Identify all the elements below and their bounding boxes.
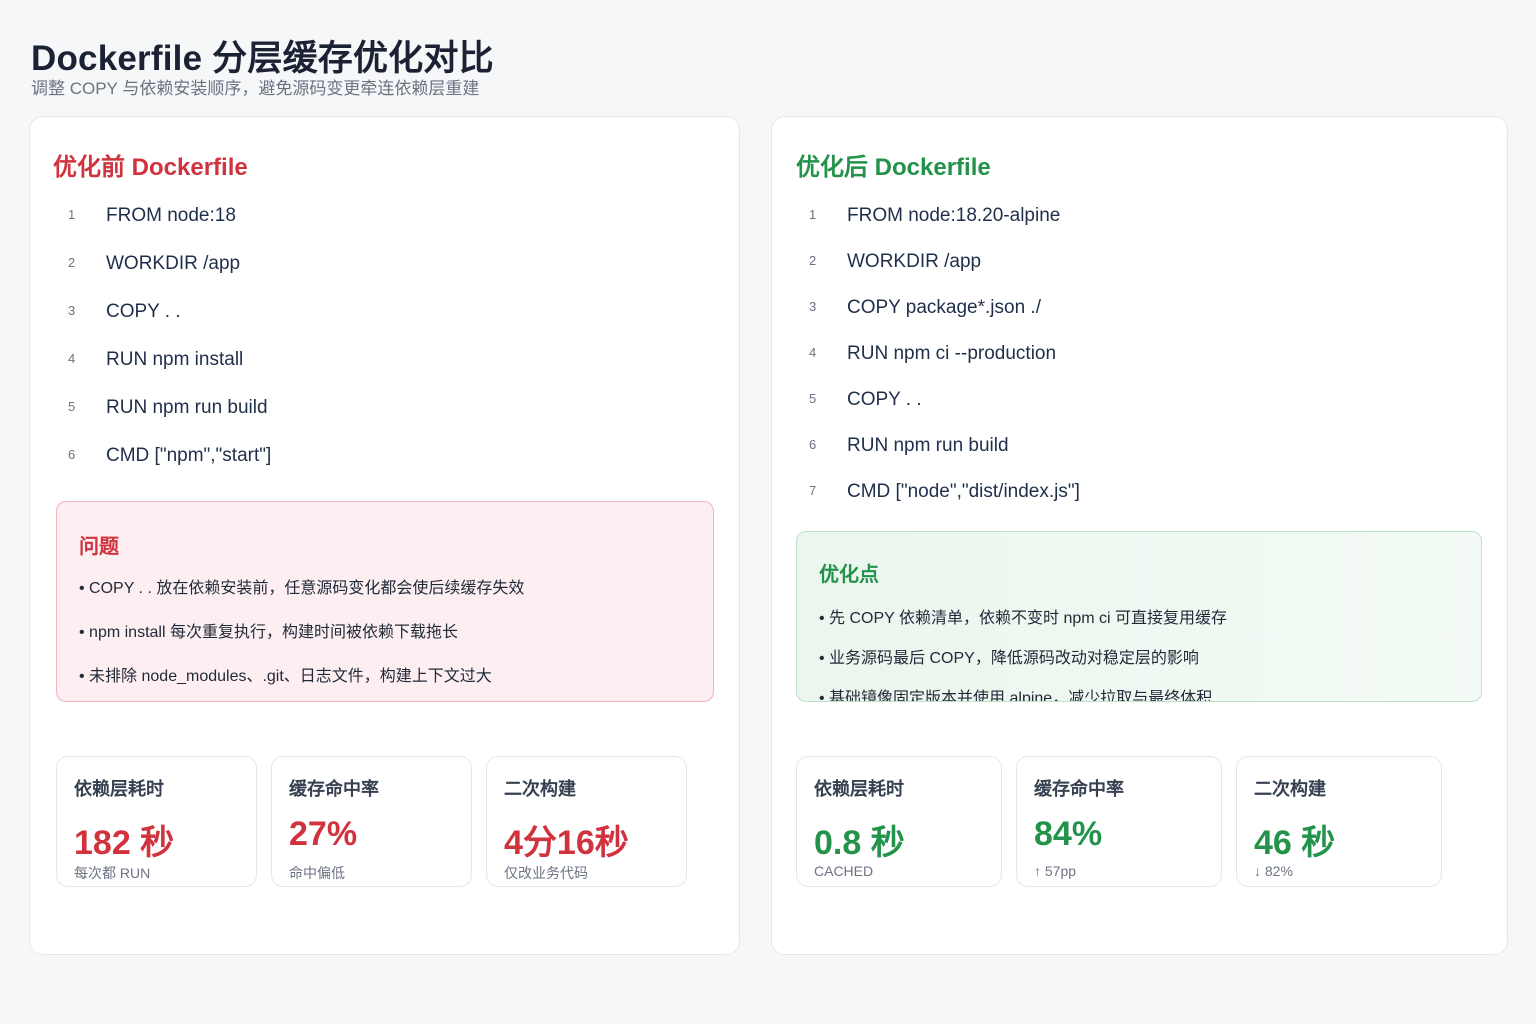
code-text: RUN npm run build [106, 397, 268, 418]
line-number: 6 [809, 437, 817, 452]
problem-box: 问题 • COPY . . 放在依赖安装前，任意源码变化都会使后续缓存失效 • … [56, 501, 714, 702]
stat-note: 命中偏低 [289, 865, 345, 881]
stat-label: 缓存命中率 [289, 779, 379, 799]
before-heading: 优化前 Dockerfile [53, 154, 248, 181]
stat-note: 仅改业务代码 [504, 865, 588, 881]
stat-label: 依赖层耗时 [74, 779, 164, 799]
optimization-item: • 先 COPY 依赖清单，依赖不变时 npm ci 可直接复用缓存 [819, 610, 1228, 627]
stat-card-rebuild: 二次构建 46 秒 ↓ 82% [1236, 756, 1442, 887]
stat-note: CACHED [814, 863, 874, 879]
stat-label: 二次构建 [1254, 779, 1326, 799]
optimization-item: • 业务源码最后 COPY，降低源码改动对稳定层的影响 [819, 650, 1199, 667]
line-number: 3 [809, 299, 817, 314]
optimization-item: • 基础镜像固定版本并使用 alpine，减少拉取与最终体积 [819, 690, 1213, 702]
code-text: CMD ["node","dist/index.js"] [847, 481, 1080, 502]
stat-note: ↑ 57pp [1034, 863, 1077, 879]
code-line: 2 WORKDIR /app [68, 253, 271, 301]
problem-item: • COPY . . 放在依赖安装前，任意源码变化都会使后续缓存失效 [79, 580, 525, 597]
before-panel: 优化前 Dockerfile 1 FROM node:18 2 WORKDIR … [29, 116, 740, 955]
stat-value: 182 秒 [74, 824, 175, 862]
line-number: 2 [809, 253, 817, 268]
stat-label: 缓存命中率 [1034, 779, 1124, 799]
stat-card-dependency-time: 依赖层耗时 182 秒 每次都 RUN [56, 756, 257, 887]
stat-note: 每次都 RUN [74, 865, 151, 881]
code-text: RUN npm install [106, 349, 244, 370]
code-line: 4 RUN npm ci --production [809, 343, 1080, 389]
line-number: 3 [68, 303, 76, 318]
code-line: 1 FROM node:18 [68, 205, 271, 253]
code-text: COPY . . [106, 301, 181, 322]
code-line: 3 COPY package*.json ./ [809, 297, 1080, 343]
code-text: WORKDIR /app [847, 251, 982, 272]
code-line: 4 RUN npm install [68, 349, 271, 397]
line-number: 5 [809, 391, 817, 406]
code-line: 1 FROM node:18.20-alpine [809, 205, 1080, 251]
line-number: 1 [809, 207, 817, 222]
code-line: 2 WORKDIR /app [809, 251, 1080, 297]
code-text: FROM node:18.20-alpine [847, 205, 1061, 226]
stat-card-rebuild: 二次构建 4分16秒 仅改业务代码 [486, 756, 687, 887]
stat-note: ↓ 82% [1254, 863, 1293, 879]
stat-card-cache-hit-rate: 缓存命中率 84% ↑ 57pp [1016, 756, 1222, 887]
code-line: 5 RUN npm run build [68, 397, 271, 445]
line-number: 7 [809, 483, 817, 498]
stat-label: 依赖层耗时 [814, 779, 904, 799]
after-heading: 优化后 Dockerfile [796, 154, 991, 181]
code-text: FROM node:18 [106, 205, 236, 226]
code-text: RUN npm run build [847, 435, 1009, 456]
before-code-block: 1 FROM node:18 2 WORKDIR /app 3 COPY . .… [68, 205, 271, 493]
code-text: WORKDIR /app [106, 253, 241, 274]
line-number: 4 [68, 351, 76, 366]
code-text: RUN npm ci --production [847, 343, 1057, 364]
page-subtitle: 调整 COPY 与依赖安装顺序，避免源码变更牵连依赖层重建 [31, 79, 480, 98]
problem-item: • npm install 每次重复执行，构建时间被依赖下载拖长 [79, 624, 458, 641]
code-line: 3 COPY . . [68, 301, 271, 349]
stat-value: 0.8 秒 [814, 824, 905, 862]
after-code-block: 1 FROM node:18.20-alpine 2 WORKDIR /app … [809, 205, 1080, 527]
optimization-title: 优化点 [819, 564, 879, 586]
line-number: 4 [809, 345, 817, 360]
stat-value: 84% [1034, 815, 1103, 853]
stat-value: 46 秒 [1254, 824, 1336, 862]
code-line: 5 COPY . . [809, 389, 1080, 435]
code-line: 7 CMD ["node","dist/index.js"] [809, 481, 1080, 527]
optimization-box: 优化点 • 先 COPY 依赖清单，依赖不变时 npm ci 可直接复用缓存 •… [796, 531, 1482, 702]
stat-label: 二次构建 [504, 779, 576, 799]
line-number: 1 [68, 207, 76, 222]
stat-card-cache-hit-rate: 缓存命中率 27% 命中偏低 [271, 756, 472, 887]
problem-title: 问题 [79, 536, 119, 558]
code-text: CMD ["npm","start"] [106, 445, 272, 466]
line-number: 5 [68, 399, 76, 414]
problem-item: • 未排除 node_modules、.git、日志文件，构建上下文过大 [79, 668, 492, 685]
stat-value: 27% [289, 815, 358, 853]
line-number: 2 [68, 255, 76, 270]
after-panel: 优化后 Dockerfile 1 FROM node:18.20-alpine … [771, 116, 1508, 955]
code-line: 6 RUN npm run build [809, 435, 1080, 481]
code-text: COPY . . [847, 389, 922, 410]
line-number: 6 [68, 447, 76, 462]
code-line: 6 CMD ["npm","start"] [68, 445, 271, 493]
stat-card-dependency-time: 依赖层耗时 0.8 秒 CACHED [796, 756, 1002, 887]
code-text: COPY package*.json ./ [847, 297, 1041, 318]
stat-value: 4分16秒 [504, 824, 629, 862]
